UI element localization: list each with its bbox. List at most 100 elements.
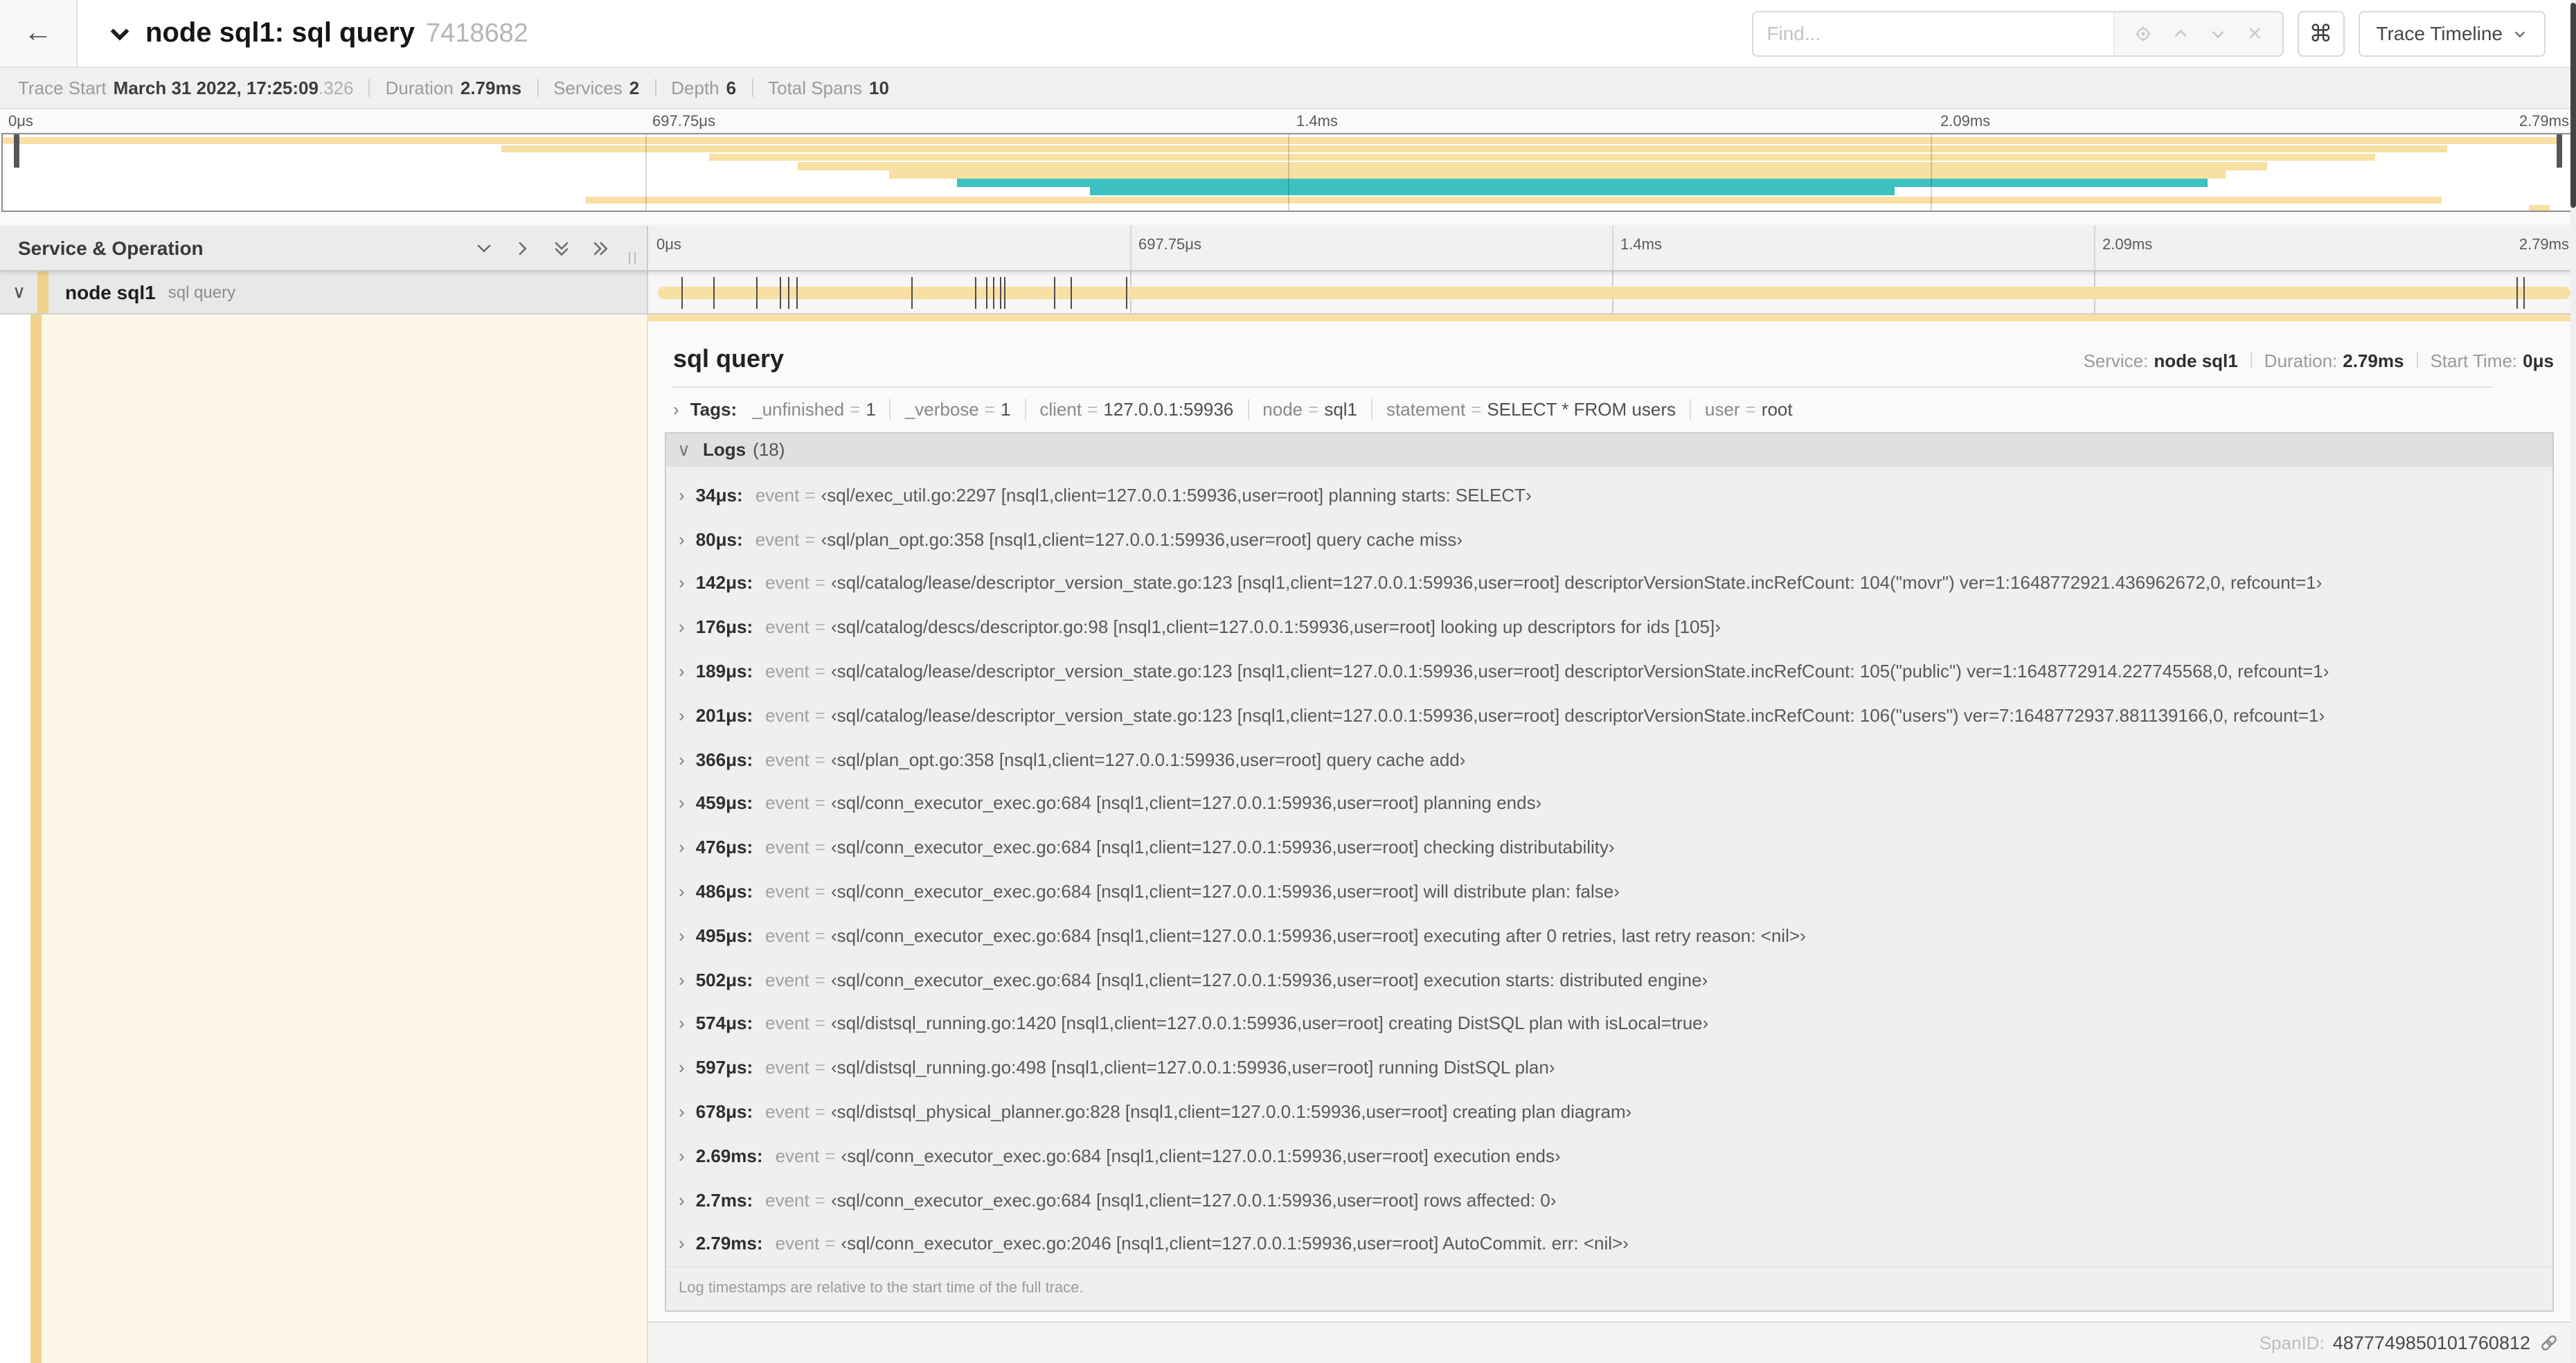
tags-row[interactable]: › Tags: _unfinished1_verbose1client127.0… xyxy=(648,387,2576,429)
log-marker xyxy=(994,277,995,309)
page-scrollbar-thumb[interactable] xyxy=(2570,3,2576,208)
stat-value: 10 xyxy=(869,78,889,98)
span-row-timeline[interactable] xyxy=(647,271,2576,313)
log-field-value: sql/catalog/lease/descriptor_version_sta… xyxy=(831,573,2322,594)
log-row[interactable]: ›2.7mseventsql/conn_executor_exec.go:684… xyxy=(666,1178,2552,1222)
log-row[interactable]: ›201μseventsql/catalog/lease/descriptor_… xyxy=(666,693,2552,738)
log-equals xyxy=(815,705,825,726)
viewport-handle-left[interactable] xyxy=(14,134,19,168)
log-row[interactable]: ›502μseventsql/conn_executor_exec.go:684… xyxy=(666,958,2552,1002)
stat-duration: Duration2.79ms xyxy=(386,78,521,98)
prev-result-icon[interactable] xyxy=(2171,24,2189,42)
log-row[interactable]: ›476μseventsql/conn_executor_exec.go:684… xyxy=(666,826,2552,870)
log-row[interactable]: ›189μseventsql/catalog/lease/descriptor_… xyxy=(666,649,2552,693)
trace-view-selector[interactable]: Trace Timeline xyxy=(2358,10,2546,56)
log-timestamp: 574μs xyxy=(696,1013,753,1034)
link-icon[interactable] xyxy=(2539,1333,2559,1353)
find-input[interactable] xyxy=(1753,12,2113,55)
log-field-key: event xyxy=(765,881,810,902)
logs-header[interactable]: ∨ Logs (18) xyxy=(666,433,2552,466)
start-time-label: Start Time: xyxy=(2430,350,2517,371)
trace-collapse-icon[interactable] xyxy=(108,21,132,45)
gridline xyxy=(1612,226,1613,270)
spacer xyxy=(648,1312,2576,1321)
span-row[interactable]: ∨ node sql1 sql query xyxy=(0,271,2576,314)
duration-label: Duration: xyxy=(2264,350,2338,371)
span-accent-stripe xyxy=(30,314,42,1363)
log-row[interactable]: ›366μseventsql/plan_opt.go:358 [nsql1,cl… xyxy=(666,738,2552,782)
stat-services: Services2 xyxy=(553,78,639,98)
log-row[interactable]: ›80μseventsql/plan_opt.go:358 [nsql1,cli… xyxy=(666,517,2552,562)
log-row[interactable]: ›486μseventsql/conn_executor_exec.go:684… xyxy=(666,869,2552,914)
collapse-controls xyxy=(474,238,647,258)
stat-suffix: .326 xyxy=(319,78,354,98)
log-marker xyxy=(1127,277,1128,309)
collapse-one-icon[interactable] xyxy=(474,238,494,258)
chevron-right-icon: › xyxy=(679,1233,685,1254)
log-row[interactable]: ›459μseventsql/conn_executor_exec.go:684… xyxy=(666,781,2552,826)
chevron-down-icon: ∨ xyxy=(677,438,690,461)
keyboard-shortcuts-button[interactable]: ⌘ xyxy=(2297,10,2344,56)
log-row[interactable]: ›142μseventsql/catalog/lease/descriptor_… xyxy=(666,561,2552,605)
detail-left-column xyxy=(0,314,647,1363)
log-equals xyxy=(815,1101,825,1122)
log-field-value: sql/conn_executor_exec.go:684 [nsql1,cli… xyxy=(831,1189,1557,1210)
span-collapse-icon[interactable]: ∨ xyxy=(12,281,32,303)
log-row[interactable]: ›574μseventsql/distsql_running.go:1420 [… xyxy=(666,1001,2552,1046)
top-actions: ⌘ Trace Timeline xyxy=(1751,10,2576,56)
log-row[interactable]: ›495μseventsql/conn_executor_exec.go:684… xyxy=(666,914,2552,958)
back-button[interactable]: ← xyxy=(0,0,78,66)
log-row[interactable]: ›34μseventsql/exec_util.go:2297 [nsql1,c… xyxy=(666,473,2552,517)
chevron-right-icon: › xyxy=(679,661,685,682)
minimap-canvas[interactable] xyxy=(1,133,2575,212)
span-service-name: node sql1 xyxy=(65,281,156,303)
log-marker xyxy=(1055,277,1056,309)
next-result-icon[interactable] xyxy=(2208,24,2226,42)
collapse-all-icon[interactable] xyxy=(551,238,572,258)
log-equals xyxy=(815,661,825,682)
span-detail-summary: Service:node sql1 Duration:2.79ms Start … xyxy=(2083,350,2554,371)
time-label: 697.75μs xyxy=(652,114,715,130)
viewport-handle-right[interactable] xyxy=(2557,134,2562,168)
log-timestamp: 486μs xyxy=(696,881,753,902)
time-label: 0μs xyxy=(8,114,33,130)
log-row[interactable]: ›2.69mseventsql/conn_executor_exec.go:68… xyxy=(666,1134,2552,1178)
column-resizer[interactable] xyxy=(629,252,636,265)
span-row-name-column[interactable]: ∨ node sql1 sql query xyxy=(0,271,647,313)
find-group xyxy=(1751,10,2283,56)
log-timestamp: 678μs xyxy=(696,1101,753,1122)
log-field-key: event xyxy=(765,705,810,726)
log-field-key: event xyxy=(755,485,800,506)
service-value: node sql1 xyxy=(2154,350,2237,371)
log-equals xyxy=(805,485,815,506)
chevron-right-icon: › xyxy=(679,573,685,594)
stat-total-spans: Total Spans10 xyxy=(768,78,889,98)
tag-value: 1 xyxy=(1001,398,1010,419)
log-row[interactable]: ›597μseventsql/distsql_running.go:498 [n… xyxy=(666,1046,2552,1090)
log-marker xyxy=(2516,277,2518,309)
chevron-right-icon: › xyxy=(679,528,685,549)
log-row[interactable]: ›2.79mseventsql/conn_executor_exec.go:20… xyxy=(666,1222,2552,1266)
gridline xyxy=(645,134,647,211)
span-detail-backdrop xyxy=(42,314,647,1363)
expand-one-icon[interactable] xyxy=(512,238,533,258)
chevron-right-icon: › xyxy=(679,1058,685,1078)
log-row[interactable]: ›678μseventsql/distsql_physical_planner.… xyxy=(666,1089,2552,1134)
span-duration-bar[interactable] xyxy=(658,287,2570,299)
minimap-span-bar xyxy=(3,136,2558,144)
service-operation-header: Service & Operation xyxy=(0,226,647,270)
tags-list: _unfinished1_verbose1client127.0.0.1:599… xyxy=(749,398,1806,419)
log-marker xyxy=(1000,277,1001,309)
log-equals xyxy=(805,528,815,549)
log-row[interactable]: ›176μseventsql/catalog/descs/descriptor.… xyxy=(666,605,2552,650)
log-marker xyxy=(713,277,715,309)
log-equals xyxy=(825,1233,835,1254)
stat-label: Trace Start xyxy=(18,78,107,98)
expand-all-icon[interactable] xyxy=(590,238,611,258)
clear-icon[interactable] xyxy=(2246,25,2262,42)
chevron-right-icon: › xyxy=(673,398,679,419)
locate-icon[interactable] xyxy=(2134,24,2152,42)
span-operation-name: sql query xyxy=(168,283,235,302)
log-field-value: sql/distsql_running.go:1420 [nsql1,clien… xyxy=(831,1013,1708,1034)
stat-label: Duration xyxy=(386,78,454,98)
